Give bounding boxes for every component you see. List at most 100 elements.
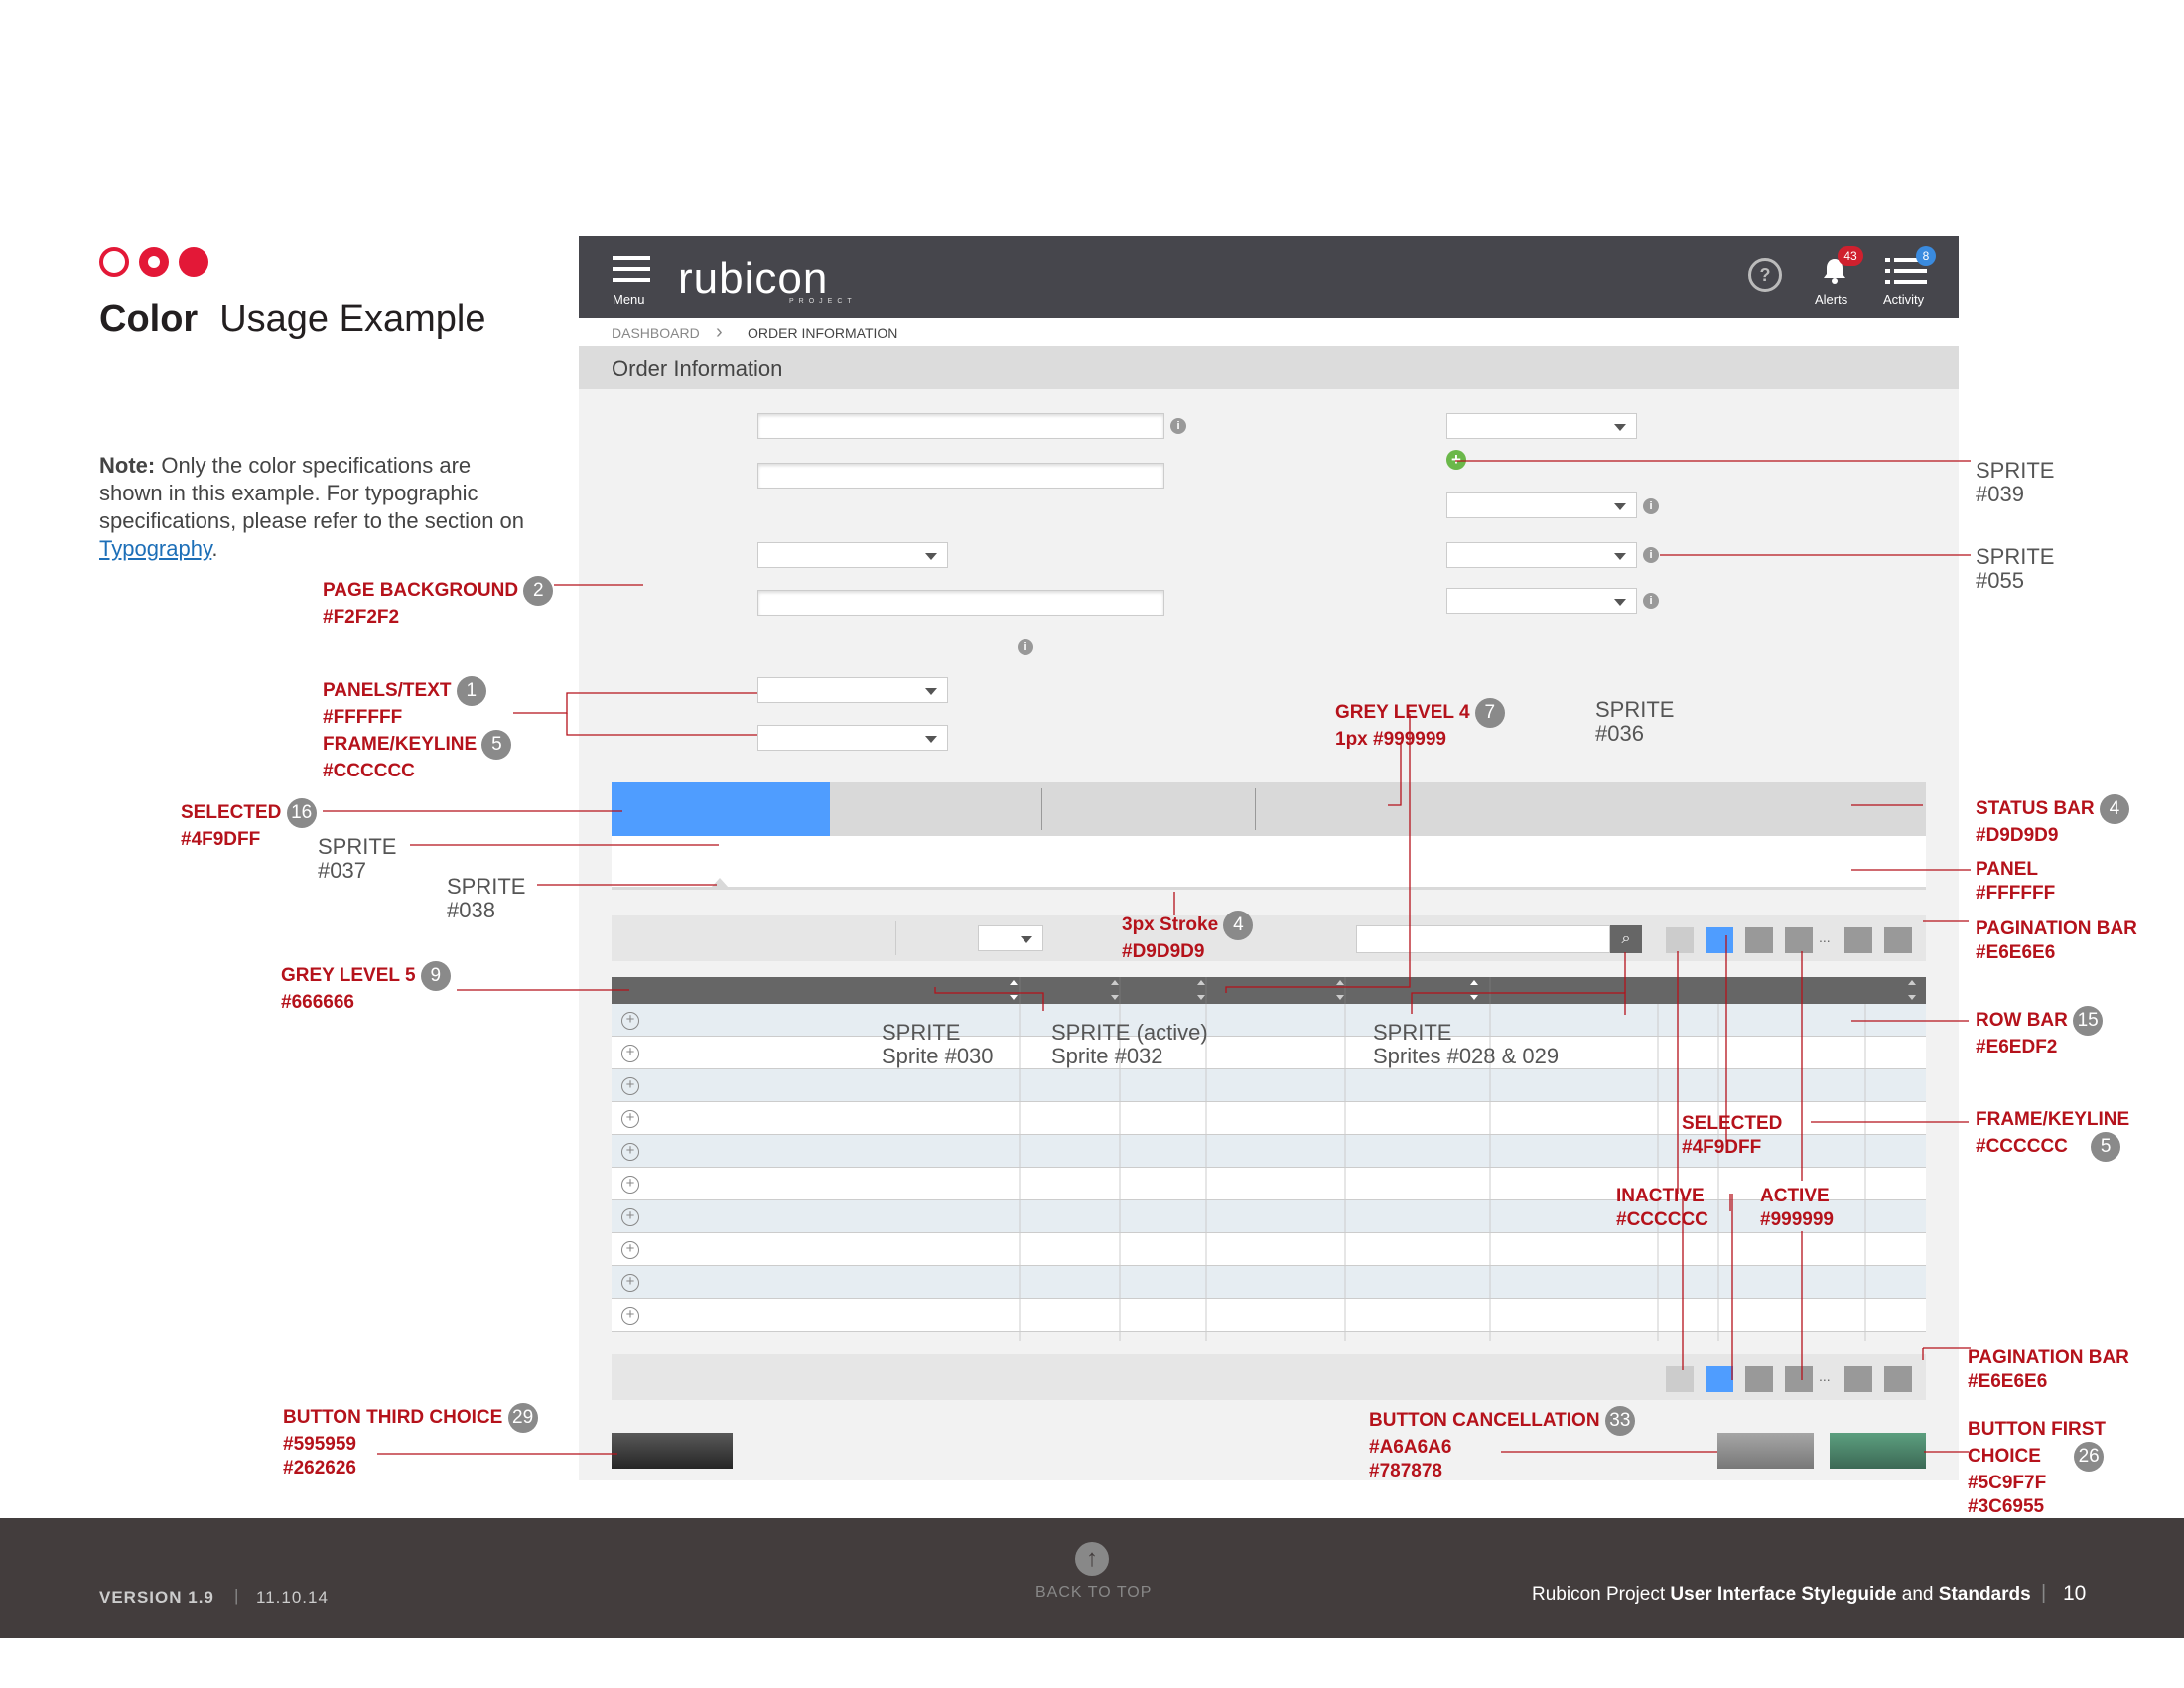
annotation-page-background: PAGE BACKGROUND 2 #F2F2F2 bbox=[323, 576, 554, 630]
dropdown-2[interactable] bbox=[757, 677, 948, 703]
annotation-frame-keyline-right: FRAME/KEYLINE #CCCCCC 5 bbox=[1976, 1108, 2129, 1162]
expand-plus-icon[interactable]: + bbox=[621, 1012, 639, 1030]
first-choice-button[interactable] bbox=[1830, 1433, 1926, 1469]
activity-count-badge: 8 bbox=[1916, 246, 1936, 266]
page-size-dropdown[interactable] bbox=[978, 925, 1043, 951]
footer-separator: | bbox=[2041, 1582, 2048, 1604]
page-button-inactive[interactable] bbox=[1666, 1366, 1694, 1392]
status-tab-selected[interactable] bbox=[612, 782, 830, 836]
cancel-button[interactable] bbox=[1717, 1433, 1814, 1469]
info-icon[interactable]: i bbox=[1643, 547, 1659, 563]
annotation-frame-keyline-left: FRAME/KEYLINE 5 #CCCCCC bbox=[323, 730, 512, 783]
table-row[interactable]: + bbox=[612, 1200, 1926, 1233]
annotation-pagination-bar: PAGINATION BAR #E6E6E6 bbox=[1976, 918, 2137, 963]
table-row[interactable]: + bbox=[612, 1004, 1926, 1037]
expand-plus-icon[interactable]: + bbox=[621, 1208, 639, 1226]
panel bbox=[612, 836, 1926, 890]
chevron-right-icon: › bbox=[716, 321, 723, 343]
expand-plus-icon[interactable]: + bbox=[621, 1045, 639, 1062]
alerts-count-badge: 43 bbox=[1838, 246, 1863, 266]
page-button[interactable] bbox=[1844, 1366, 1872, 1392]
annotation-3px-stroke: 3px Stroke 4 #D9D9D9 bbox=[1122, 911, 1254, 964]
page-button-active[interactable] bbox=[1785, 1366, 1813, 1392]
table-header bbox=[612, 977, 1926, 1004]
pagination-bar-bottom: ... bbox=[612, 1354, 1926, 1400]
table-row[interactable]: + bbox=[612, 1069, 1926, 1102]
breadcrumb: DASHBOARD › ORDER INFORMATION bbox=[579, 318, 1959, 346]
page-button-inactive[interactable] bbox=[1666, 927, 1694, 953]
info-icon[interactable]: i bbox=[1643, 593, 1659, 609]
page-button-active[interactable] bbox=[1785, 927, 1813, 953]
sort-arrows-icon[interactable] bbox=[612, 977, 1926, 1004]
help-icon[interactable]: ? bbox=[1748, 258, 1782, 292]
info-icon[interactable]: i bbox=[1018, 639, 1033, 655]
annotation-sprite-039: SPRITE #039 bbox=[1976, 458, 2055, 506]
menu-label: Menu bbox=[613, 292, 645, 307]
page-button[interactable] bbox=[1884, 927, 1912, 953]
expand-plus-icon[interactable]: + bbox=[621, 1077, 639, 1095]
back-to-top-link[interactable]: BACK TO TOP bbox=[1035, 1584, 1152, 1602]
expand-plus-icon[interactable]: + bbox=[621, 1307, 639, 1325]
text-field-1[interactable] bbox=[757, 413, 1164, 439]
page-button[interactable] bbox=[1884, 1366, 1912, 1392]
annotation-sprite-038: SPRITE #038 bbox=[447, 874, 526, 922]
filled-circle-icon bbox=[179, 247, 208, 277]
annotation-row-bar: ROW BAR 15 #E6EDF2 bbox=[1976, 1006, 2104, 1059]
annotation-panel: PANEL #FFFFFF bbox=[1976, 859, 2056, 904]
back-to-top-arrow-icon[interactable]: ↑ bbox=[1075, 1542, 1109, 1576]
pagination-ellipsis: ... bbox=[1819, 1368, 1831, 1384]
note-end: . bbox=[211, 536, 218, 561]
expand-plus-icon[interactable]: + bbox=[621, 1241, 639, 1259]
note-text: Note: Only the color specifications are … bbox=[99, 452, 536, 563]
text-field-2[interactable] bbox=[757, 463, 1164, 489]
expand-plus-icon[interactable]: + bbox=[621, 1176, 639, 1194]
annotation-sprite-055: SPRITE #055 bbox=[1976, 544, 2055, 593]
add-plus-icon[interactable]: + bbox=[1446, 450, 1466, 470]
panel-pointer-icon bbox=[711, 878, 729, 888]
expand-plus-icon[interactable]: + bbox=[621, 1110, 639, 1128]
breadcrumb-dashboard[interactable]: DASHBOARD bbox=[612, 325, 700, 341]
table-row[interactable]: + bbox=[612, 1037, 1926, 1069]
note-label: Note: bbox=[99, 453, 156, 478]
dropdown-7[interactable] bbox=[1446, 588, 1637, 614]
breadcrumb-order-information: ORDER INFORMATION bbox=[748, 325, 898, 341]
page-button[interactable] bbox=[1844, 927, 1872, 953]
info-icon[interactable]: i bbox=[1643, 498, 1659, 514]
alerts-label: Alerts bbox=[1815, 292, 1848, 307]
page-button[interactable] bbox=[1745, 1366, 1773, 1392]
page-button-selected[interactable] bbox=[1706, 1366, 1733, 1392]
typography-link[interactable]: Typography bbox=[99, 536, 211, 561]
info-icon[interactable]: i bbox=[1170, 418, 1186, 434]
dropdown-3[interactable] bbox=[757, 725, 948, 751]
annotation-sprite-032: SPRITE (active) Sprite #032 bbox=[1051, 1020, 1208, 1068]
table-row[interactable]: + bbox=[612, 1233, 1926, 1266]
logo-subtitle: PROJECT bbox=[789, 298, 857, 305]
annotation-panels-text: PANELS/TEXT 1 #FFFFFF bbox=[323, 676, 486, 730]
version-text: VERSION 1.9 bbox=[99, 1588, 214, 1607]
page-button[interactable] bbox=[1745, 927, 1773, 953]
page-number: 10 bbox=[2063, 1582, 2087, 1605]
dropdown-6[interactable] bbox=[1446, 542, 1637, 568]
page-title-bar: Order Information bbox=[579, 346, 1959, 389]
expand-plus-icon[interactable]: + bbox=[621, 1143, 639, 1161]
top-navigation-bar: Menu rubicon PROJECT ? 43 Alerts 8 Activ… bbox=[579, 236, 1959, 318]
ring-circle-icon bbox=[139, 247, 169, 277]
search-icon[interactable]: ⌕ bbox=[1610, 925, 1642, 953]
document-title: Rubicon Project User Interface Styleguid… bbox=[1532, 1584, 2031, 1605]
hamburger-menu-icon[interactable] bbox=[613, 256, 650, 282]
text-field-3[interactable] bbox=[757, 590, 1164, 616]
dropdown-5[interactable] bbox=[1446, 492, 1637, 518]
table-row[interactable]: + bbox=[612, 1266, 1926, 1299]
third-choice-button[interactable] bbox=[612, 1433, 733, 1469]
dropdown-4[interactable] bbox=[1446, 413, 1637, 439]
expand-plus-icon[interactable]: + bbox=[621, 1274, 639, 1292]
dropdown-1[interactable] bbox=[757, 542, 948, 568]
table-row[interactable]: + bbox=[612, 1168, 1926, 1200]
activity-label: Activity bbox=[1883, 292, 1925, 307]
search-input[interactable] bbox=[1356, 925, 1610, 953]
outline-circle-icon bbox=[99, 247, 129, 277]
page-button-selected[interactable] bbox=[1706, 927, 1733, 953]
table-row[interactable]: + bbox=[612, 1299, 1926, 1332]
annotation-pagination-bar-2: PAGINATION BAR #E6E6E6 bbox=[1968, 1347, 2129, 1392]
annotation-grey-level-4: GREY LEVEL 4 7 1px #999999 bbox=[1335, 698, 1505, 752]
